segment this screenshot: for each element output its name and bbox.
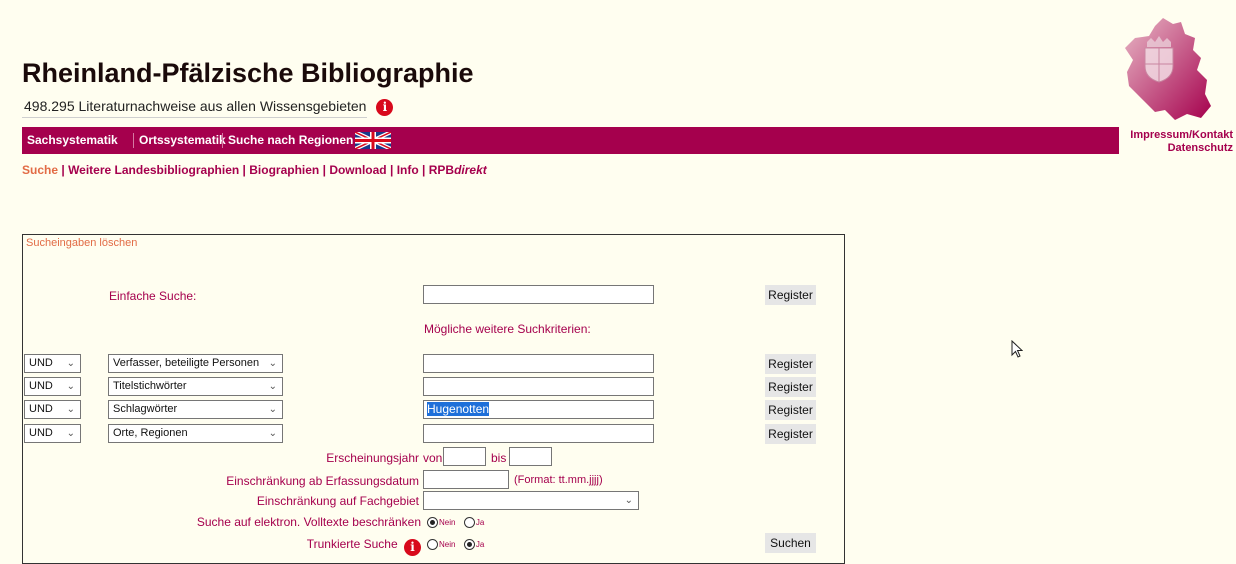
record-count-label: 498.295 Literaturnachweise aus allen Wis…: [24, 98, 367, 114]
chevron-down-icon: ⌄: [268, 358, 277, 369]
chevron-down-icon: ⌄: [66, 428, 75, 439]
criteria-input[interactable]: [423, 354, 654, 373]
radio-yes-label: Ja: [475, 518, 485, 528]
operator-select[interactable]: UND ⌄: [24, 354, 81, 373]
radio-no-label: Nein: [439, 540, 456, 550]
search-submit-button[interactable]: Suchen: [765, 533, 816, 553]
year-from-input[interactable]: [443, 447, 486, 466]
fulltext-label: Suche auf elektron. Volltexte beschränke…: [196, 515, 421, 529]
nav-item-sachsystematik[interactable]: Sachsystematik: [27, 127, 118, 154]
simple-search-register-button[interactable]: Register: [765, 285, 816, 305]
link-separator: |: [389, 163, 394, 177]
title-divider: [22, 117, 367, 118]
link-download[interactable]: Download: [329, 163, 386, 177]
date-format-hint: (Format: tt.mm.jjjj): [514, 474, 603, 486]
register-button[interactable]: Register: [765, 424, 816, 444]
main-nav-bar: Sachsystematik Ortssystematik Suche nach…: [22, 127, 1119, 154]
selected-text: Hugenotten: [427, 402, 490, 416]
info-icon[interactable]: i: [376, 99, 394, 116]
chevron-down-icon: ⌄: [66, 404, 75, 415]
chevron-down-icon: ⌄: [268, 381, 277, 392]
truncated-label: Trunkierte Suche i: [307, 537, 421, 556]
mouse-cursor-icon: [1011, 340, 1023, 358]
link-separator: |: [242, 163, 246, 177]
year-to-label: bis: [491, 451, 507, 465]
register-button[interactable]: Register: [765, 400, 816, 420]
register-button[interactable]: Register: [765, 354, 816, 374]
datenschutz-link[interactable]: Datenschutz: [1168, 142, 1233, 154]
criteria-input[interactable]: [423, 377, 654, 396]
operator-select[interactable]: UND ⌄: [24, 400, 81, 419]
operator-select[interactable]: UND ⌄: [24, 377, 81, 396]
nav-separator: [222, 133, 223, 148]
nav-item-ortssystematik[interactable]: Ortssystematik: [139, 127, 226, 154]
link-rpbdirekt[interactable]: RPBdirekt: [429, 163, 487, 177]
page-title: Rheinland-Pfälzische Bibliographie: [22, 58, 474, 88]
criteria-input[interactable]: [423, 424, 654, 443]
nav-separator: [133, 133, 134, 148]
link-weitere-landesbibliographien[interactable]: Weitere Landesbibliographien: [68, 163, 239, 177]
record-count-text: 498.295 Literaturnachweise aus allen Wis…: [24, 98, 394, 116]
year-from-label: von: [423, 451, 443, 465]
subject-select[interactable]: ⌄: [423, 491, 639, 510]
criteria-input[interactable]: Hugenotten: [423, 400, 654, 419]
field-select[interactable]: Orte, Regionen ⌄: [108, 424, 283, 443]
link-separator: |: [322, 163, 326, 177]
simple-search-label: Einfache Suche:: [109, 289, 197, 303]
fulltext-radio-group: Nein Ja: [427, 514, 488, 532]
clear-search-link[interactable]: Sucheingaben löschen: [26, 237, 137, 249]
link-separator: |: [61, 163, 65, 177]
field-select[interactable]: Verfasser, beteiligte Personen ⌄: [108, 354, 283, 373]
year-label: Erscheinungsjahr: [326, 451, 419, 465]
year-to-input[interactable]: [509, 447, 552, 466]
uk-flag-icon[interactable]: [355, 132, 391, 149]
chevron-down-icon: ⌄: [268, 404, 277, 415]
direkt-label: direkt: [454, 163, 487, 177]
operator-select[interactable]: UND ⌄: [24, 424, 81, 443]
register-button[interactable]: Register: [765, 377, 816, 397]
more-criteria-label: Mögliche weitere Suchkriterien:: [424, 322, 591, 336]
chevron-down-icon: ⌄: [66, 381, 75, 392]
impressum-link[interactable]: Impressum/Kontakt: [1130, 129, 1233, 141]
field-select[interactable]: Schlagwörter ⌄: [108, 400, 283, 419]
link-biographien[interactable]: Biographien: [249, 163, 319, 177]
chevron-down-icon: ⌄: [66, 358, 75, 369]
radio-yes-label: Ja: [475, 540, 485, 550]
chevron-down-icon: ⌄: [624, 495, 633, 506]
nav-item-suche-nach-regionen[interactable]: Suche nach Regionen: [228, 127, 353, 154]
rhineland-palatinate-map-logo: [1125, 18, 1211, 120]
link-separator: |: [422, 163, 426, 177]
chevron-down-icon: ⌄: [268, 428, 277, 439]
coat-of-arms-icon: [1144, 36, 1174, 83]
truncated-radio-group: Nein Ja: [427, 536, 488, 554]
simple-search-input[interactable]: [423, 285, 654, 304]
radio-no-label: Nein: [439, 518, 456, 528]
field-select[interactable]: Titelstichwörter ⌄: [108, 377, 283, 396]
fulltext-no-radio[interactable]: [427, 517, 438, 529]
subject-label: Einschränkung auf Fachgebiet: [256, 494, 419, 508]
fulltext-yes-radio[interactable]: [463, 517, 475, 529]
secondary-nav: Suche | Weitere Landesbibliographien | B…: [22, 163, 487, 177]
date-label: Einschränkung ab Erfassungsdatum: [226, 474, 419, 488]
link-suche[interactable]: Suche: [22, 163, 58, 177]
date-input[interactable]: [423, 470, 509, 489]
rpb-label: RPB: [428, 163, 455, 177]
info-icon[interactable]: i: [404, 539, 421, 556]
link-info[interactable]: Info: [397, 163, 419, 177]
